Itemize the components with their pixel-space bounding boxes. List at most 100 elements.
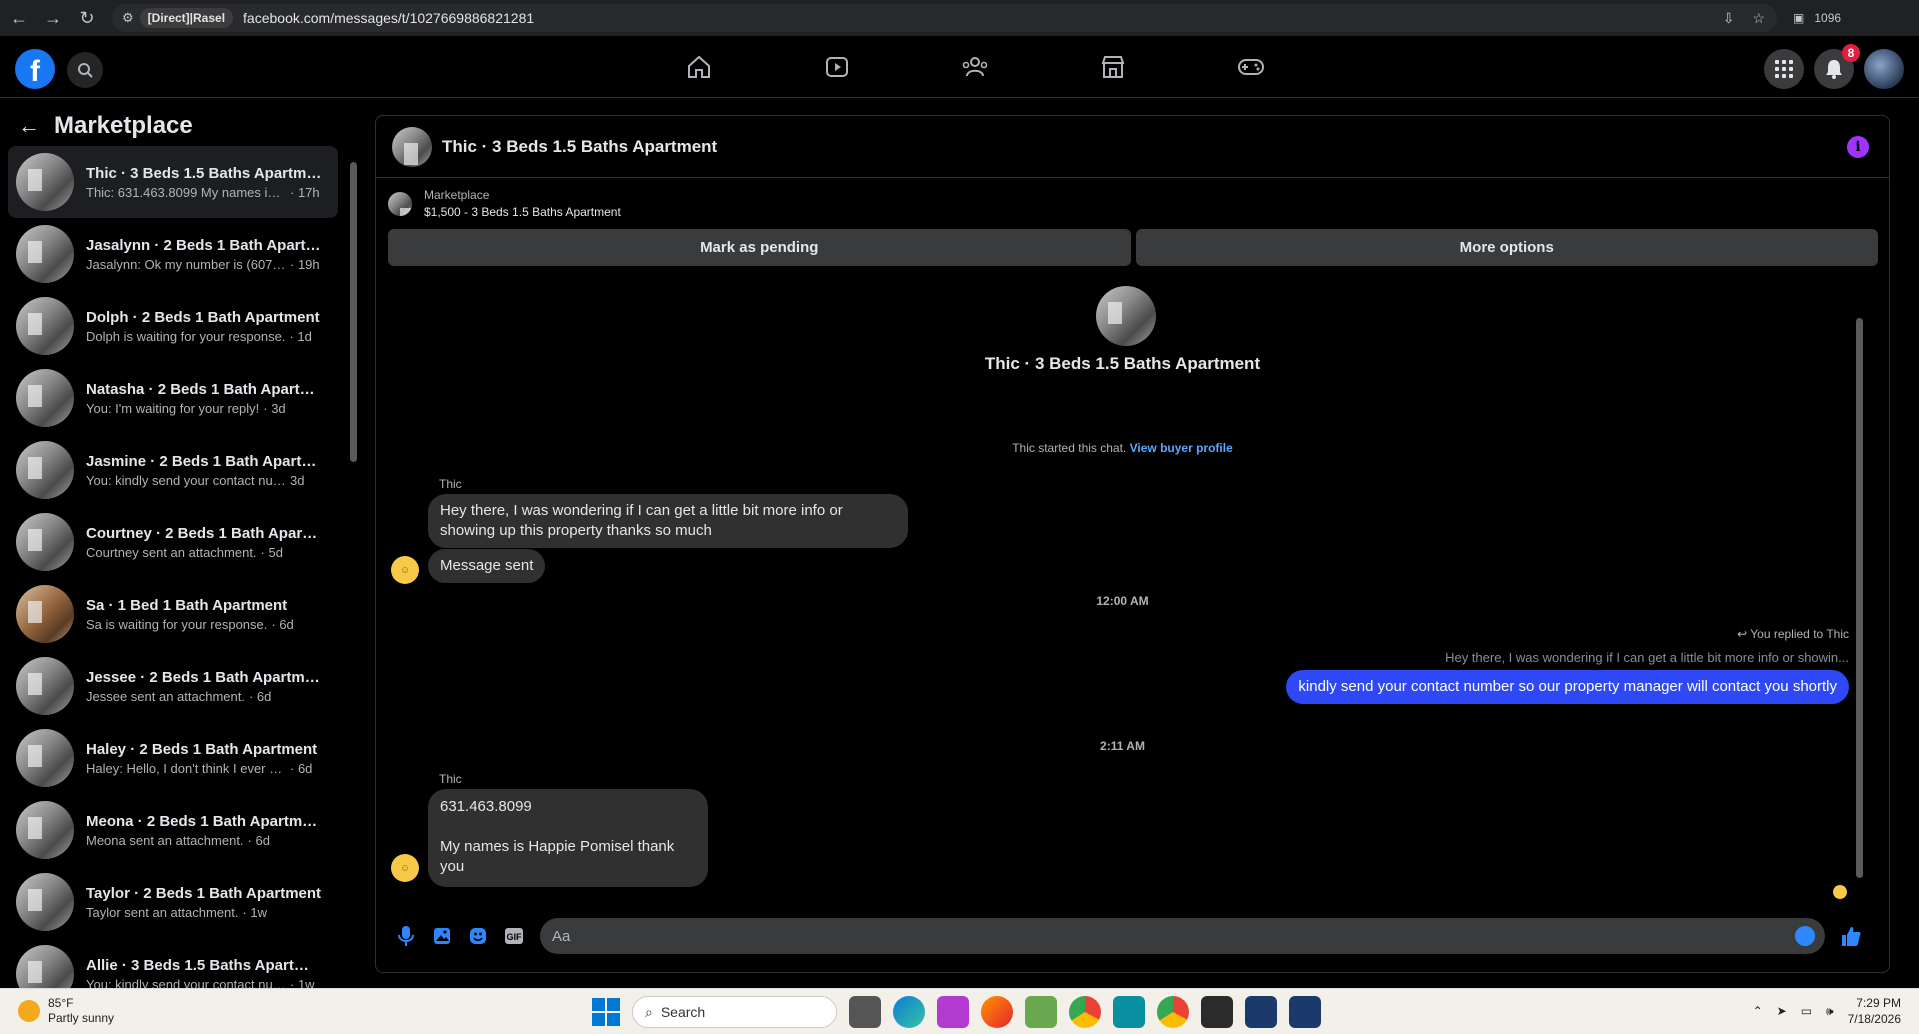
conversation-title: Courtney · 2 Beds 1 Bath Apartm... <box>86 524 322 542</box>
notifications-bell-icon[interactable]: 8 <box>1814 44 1860 89</box>
profile-avatar[interactable] <box>1864 49 1904 89</box>
incoming-message[interactable]: 631.463.8099 My names is Happie Pomisel … <box>428 789 708 887</box>
listing-thumbnail <box>16 369 74 427</box>
volume-icon[interactable]: 🕪 <box>1826 1004 1834 1019</box>
home-icon[interactable] <box>630 36 768 98</box>
listing-thumbnail <box>16 657 74 715</box>
install-icon[interactable]: ⇩ <box>1723 10 1735 27</box>
conversation-avatar[interactable] <box>1096 286 1156 346</box>
outgoing-message[interactable]: kindly send your contact number so our p… <box>1286 670 1849 704</box>
info-icon[interactable]: i <box>1847 136 1869 158</box>
conversation-item[interactable]: Jessee · 2 Beds 1 Bath Apartment Jessee s… <box>8 650 338 722</box>
incoming-message[interactable]: Hey there, I was wondering if I can get … <box>428 494 908 548</box>
replied-note: ↩ You replied to Thic <box>1737 627 1849 641</box>
conversation-item[interactable]: Thic · 3 Beds 1.5 Baths Apartment Thic: 6… <box>8 146 338 218</box>
task-view-icon[interactable] <box>849 996 881 1028</box>
facebook-logo-icon[interactable]: f <box>15 49 55 89</box>
message-input[interactable]: Aa <box>540 918 1825 954</box>
video-icon[interactable] <box>768 36 906 98</box>
back-arrow-icon[interactable]: ← <box>18 113 40 139</box>
search-icon[interactable] <box>67 52 103 88</box>
conversation-preview: Dolph is waiting for your response. <box>86 328 286 344</box>
marketplace-icon[interactable] <box>1044 36 1182 98</box>
gaming-icon[interactable] <box>1182 36 1320 98</box>
app-icon[interactable] <box>1245 996 1277 1028</box>
conversation-time: · 6d <box>247 832 270 848</box>
conversation-item[interactable]: Haley · 2 Beds 1 Bath Apartment Haley: He… <box>8 722 338 794</box>
conversation-preview: Taylor sent an attachment. <box>86 904 239 920</box>
windows-start-icon[interactable] <box>592 998 620 1026</box>
extension-label[interactable]: 1096 <box>1814 11 1841 25</box>
temperature: 85°F <box>48 996 74 1010</box>
forward-icon[interactable]: → <box>38 3 68 33</box>
facebook-header: f 8 <box>0 36 1919 98</box>
clock[interactable]: 7:29 PM 7/18/2026 <box>1848 995 1901 1027</box>
app-icon[interactable] <box>1201 996 1233 1028</box>
url-text[interactable]: facebook.com/messages/t/1027669886821281 <box>243 10 534 26</box>
location-icon[interactable]: ➤ <box>1777 1004 1787 1018</box>
marketplace-sidebar: ← Marketplace Thic · 3 Beds 1.5 Baths Ap… <box>0 98 360 988</box>
chat-avatar[interactable] <box>392 126 432 167</box>
conversation-item[interactable]: Jasalynn · 2 Beds 1 Bath Apartm... Jasaly… <box>8 218 338 290</box>
weather-condition: Partly sunny <box>48 1011 115 1025</box>
conversation-preview: You: I'm waiting for your reply! <box>86 400 260 416</box>
mark-as-pending-button[interactable]: Mark as pending <box>388 229 1131 266</box>
chat-title[interactable]: Thic · 3 Beds 1.5 Baths Apartment <box>442 137 717 157</box>
taskbar-search[interactable]: ⌕ Search <box>632 996 837 1028</box>
conversation-title: Jessee · 2 Beds 1 Bath Apartment <box>86 668 322 686</box>
conversation-item[interactable]: Taylor · 2 Beds 1 Bath Apartment Taylor s… <box>8 866 338 938</box>
message-thread: Thic · 3 Beds 1.5 Baths Apartment Thic s… <box>376 276 1869 901</box>
app-icon[interactable] <box>1113 996 1145 1028</box>
network-icon[interactable]: ▭ <box>1801 1004 1812 1018</box>
notification-badge: 8 <box>1842 44 1860 62</box>
timestamp: 12:00 AM <box>1096 594 1149 608</box>
app-icon[interactable] <box>1025 996 1057 1028</box>
firefox-icon[interactable] <box>981 996 1013 1028</box>
menu-grid-icon[interactable] <box>1764 49 1804 89</box>
listing-thumbnail <box>16 873 74 931</box>
edge-browser-icon[interactable] <box>893 996 925 1028</box>
chrome-icon[interactable] <box>1069 996 1101 1028</box>
more-options-button[interactable]: More options <box>1135 229 1878 266</box>
sender-avatar[interactable]: ☺ <box>391 556 419 584</box>
conversation-item[interactable]: Meona · 2 Beds 1 Bath Apartment Meona sen… <box>8 794 338 866</box>
weather-widget[interactable]: 85°F Partly sunny <box>18 996 114 1026</box>
chat-panel: Thic · 3 Beds 1.5 Baths Apartment i Mark… <box>375 115 1890 973</box>
conversation-item[interactable]: Allie · 3 Beds 1.5 Baths Apartment You: k… <box>8 938 338 988</box>
sticker-icon[interactable] <box>460 918 496 954</box>
app-icon[interactable] <box>1289 996 1321 1028</box>
listing-thumbnail <box>16 585 74 643</box>
microphone-icon[interactable] <box>388 918 424 954</box>
tab-search-icon[interactable]: ▣ <box>1793 11 1804 25</box>
conversation-title: Taylor · 2 Beds 1 Bath Apartment <box>86 884 322 902</box>
thumbs-up-icon[interactable] <box>1833 918 1869 954</box>
listing-thumbnail <box>16 153 74 211</box>
sidebar-scrollbar[interactable] <box>348 148 358 988</box>
snipping-tool-icon[interactable] <box>937 996 969 1028</box>
listing-summary[interactable]: Marketplace $1,500 - 3 Beds 1.5 Baths Ap… <box>388 188 621 219</box>
sidebar-title: Marketplace <box>54 112 193 139</box>
bookmark-star-icon[interactable]: ☆ <box>1752 10 1765 27</box>
incoming-message[interactable]: Message sent <box>428 549 546 583</box>
chat-scrollbar[interactable] <box>1855 276 1865 901</box>
tray-chevron-icon[interactable]: ⌃ <box>1753 1004 1763 1018</box>
photo-icon[interactable] <box>424 918 460 954</box>
reload-icon[interactable]: ↻ <box>72 3 102 33</box>
conversation-item[interactable]: Natasha · 2 Beds 1 Bath Apartm... You: I'… <box>8 362 338 434</box>
site-info-icon[interactable]: ⚙ <box>122 10 134 26</box>
sender-avatar[interactable]: ☺ <box>391 854 419 882</box>
profile-chip[interactable]: [Direct]|Rasel <box>139 8 234 28</box>
conversation-item[interactable]: Sa · 1 Bed 1 Bath Apartment Sa is waiting… <box>8 578 338 650</box>
view-buyer-profile-link[interactable]: View buyer profile <box>1130 441 1233 455</box>
chrome-profile-icon[interactable] <box>1157 996 1189 1028</box>
address-bar[interactable]: ⚙ [Direct]|Rasel facebook.com/messages/t… <box>112 4 1777 32</box>
quoted-message[interactable]: Hey there, I was wondering if I can get … <box>1445 650 1849 665</box>
conversation-item[interactable]: Dolph · 2 Beds 1 Bath Apartment Dolph is … <box>8 290 338 362</box>
groups-icon[interactable] <box>906 36 1044 98</box>
gif-icon[interactable]: GIF <box>496 918 532 954</box>
conversation-item[interactable]: Jasmine · 2 Beds 1 Bath Apartme... You: k… <box>8 434 338 506</box>
conversation-time: · 1w <box>290 976 315 989</box>
conversation-item[interactable]: Courtney · 2 Beds 1 Bath Apartm... Courtn… <box>8 506 338 578</box>
back-icon[interactable]: ← <box>4 3 34 33</box>
emoji-icon[interactable] <box>1795 926 1815 946</box>
